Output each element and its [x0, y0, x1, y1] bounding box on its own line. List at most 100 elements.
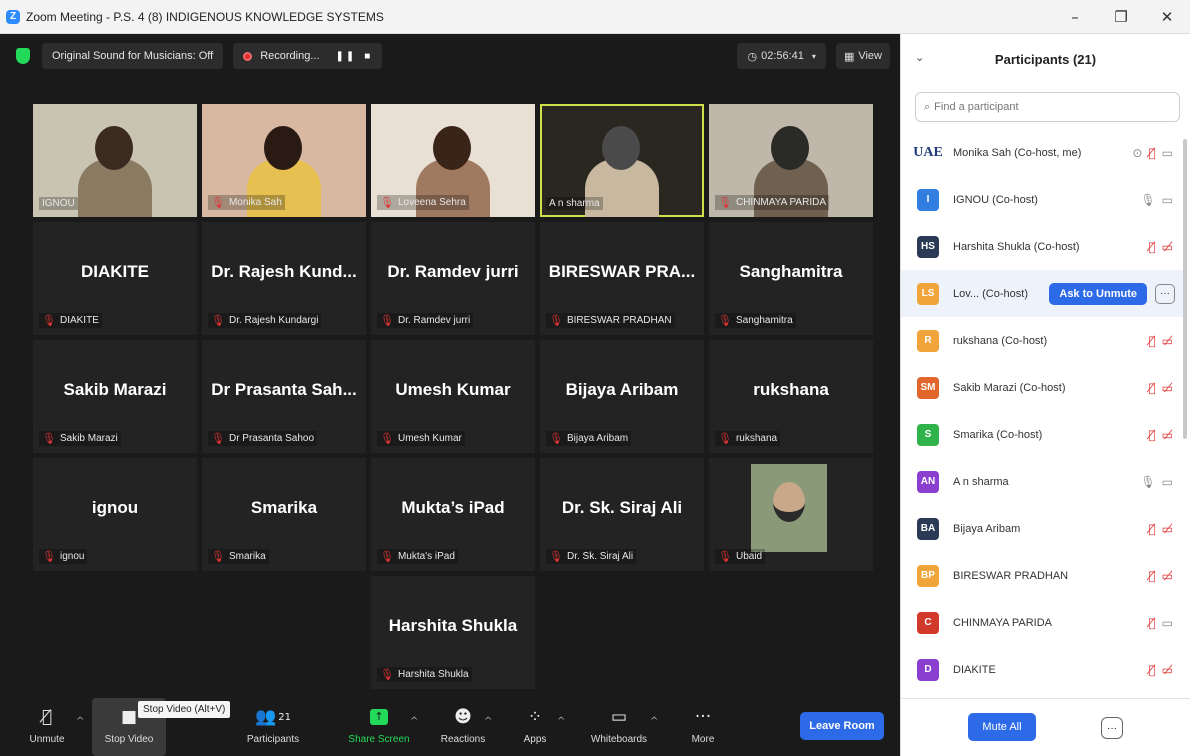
tile-participant-name: A n sharma: [549, 198, 600, 209]
video-off-icon[interactable]: ▭̸: [1162, 522, 1173, 536]
original-sound-toggle[interactable]: Original Sound for Musicians: Off: [42, 43, 224, 69]
participant-row[interactable]: HS Harshita Shukla (Co-host) 🎙̸ ▭̸: [901, 223, 1185, 270]
avatar: SM: [917, 376, 939, 399]
more-button[interactable]: ··· More: [668, 704, 738, 745]
video-tile[interactable]: A n sharma: [540, 104, 704, 217]
close-button[interactable]: ✕: [1144, 0, 1190, 34]
participant-row[interactable]: BA Bijaya Aribam 🎙̸ ▭̸: [901, 505, 1185, 552]
video-tile[interactable]: Smarika 🎙 Smarika: [202, 458, 366, 571]
participant-head: [433, 126, 471, 170]
tile-name-label: 🎙 Harshita Shukla: [377, 667, 472, 682]
video-tile[interactable]: 🎙 CHINMAYA PARIDA: [709, 104, 873, 217]
meeting-area: Original Sound for Musicians: Off Record…: [0, 34, 900, 756]
video-tile[interactable]: Harshita Shukla 🎙 Harshita Shukla: [371, 576, 535, 689]
mic-muted-icon[interactable]: 🎙̸: [1148, 334, 1155, 348]
tile-participant-name: DIAKITE: [59, 315, 99, 326]
unmute-button[interactable]: 🎙̸ Unmute: [12, 704, 82, 745]
mic-icon[interactable]: 🎙: [1140, 193, 1155, 207]
pause-recording-button[interactable]: ❚❚: [336, 51, 357, 62]
mic-muted-icon[interactable]: 🎙̸: [1148, 240, 1155, 254]
participant-row[interactable]: SM Sakib Marazi (Co-host) 🎙̸ ▭̸: [901, 364, 1185, 411]
mic-muted-icon: 🎙: [211, 196, 225, 209]
share-screen-label: Share Screen: [348, 734, 410, 745]
mic-muted-icon[interactable]: 🎙̸: [1148, 569, 1155, 583]
mic-muted-icon[interactable]: 🎙̸: [1148, 522, 1155, 536]
mic-muted-icon: 🎙: [42, 550, 56, 563]
whiteboards-button[interactable]: ▭ Whiteboards: [584, 704, 654, 745]
participant-row[interactable]: LS Lov... (Co-host) Ask to Unmute ···: [901, 270, 1185, 317]
panel-more-options-button[interactable]: ···: [1101, 717, 1123, 739]
video-off-icon[interactable]: ▭̸: [1162, 240, 1173, 254]
video-icon[interactable]: ▭: [1162, 193, 1173, 207]
video-tile[interactable]: rukshana 🎙 rukshana: [709, 340, 873, 453]
video-tile[interactable]: 🎙 Monika Sah: [202, 104, 366, 217]
video-off-icon[interactable]: ▭̸: [1162, 381, 1173, 395]
participant-row[interactable]: C CHINMAYA PARIDA 🎙̸ ▭: [901, 599, 1185, 646]
ask-to-unmute-button[interactable]: Ask to Unmute: [1049, 282, 1147, 305]
mic-muted-icon: 🎙: [211, 314, 225, 327]
avatar: C: [917, 611, 939, 634]
video-tile[interactable]: Mukta’s iPad 🎙 Mukta's iPad: [371, 458, 535, 571]
meeting-timer[interactable]: ◷ 02:56:41 ▾: [737, 43, 826, 69]
view-button[interactable]: ▦ View: [835, 43, 890, 69]
video-tile[interactable]: Dr. Rajesh Kund... 🎙 Dr. Rajesh Kundargi: [202, 222, 366, 335]
video-tile[interactable]: BIRESWAR PRA... 🎙 BIRESWAR PRADHAN: [540, 222, 704, 335]
video-tile[interactable]: Dr. Ramdev jurri 🎙 Dr. Ramdev jurri: [371, 222, 535, 335]
tile-name-label: 🎙 Bijaya Aribam: [546, 431, 632, 446]
participant-row[interactable]: AN A n sharma 🎙 ▭: [901, 458, 1185, 505]
mic-muted-icon[interactable]: 🎙̸: [1148, 663, 1155, 677]
video-tile[interactable]: IGNOU: [33, 104, 197, 217]
video-tile[interactable]: Bijaya Aribam 🎙 Bijaya Aribam: [540, 340, 704, 453]
video-icon[interactable]: ▭: [1162, 616, 1173, 630]
video-tile[interactable]: 🎙 Loveena Sehra: [371, 104, 535, 217]
participant-row[interactable]: BP BIRESWAR PRADHAN 🎙̸ ▭̸: [901, 552, 1185, 599]
restore-button[interactable]: ❐: [1098, 0, 1144, 34]
video-tile[interactable]: Sanghamitra 🎙 Sanghamitra: [709, 222, 873, 335]
mute-all-button[interactable]: Mute All: [968, 713, 1036, 741]
video-tile[interactable]: ignou 🎙 ignou: [33, 458, 197, 571]
stop-video-label: Stop Video: [104, 734, 154, 745]
stop-recording-button[interactable]: ■: [364, 51, 372, 62]
video-icon[interactable]: ▭: [1162, 475, 1173, 489]
share-screen-button[interactable]: ↑ Share Screen: [344, 704, 414, 745]
video-off-icon[interactable]: ▭̸: [1162, 569, 1173, 583]
video-tile[interactable]: DIAKITE 🎙 DIAKITE: [33, 222, 197, 335]
mic-icon[interactable]: 🎙: [1140, 475, 1155, 489]
video-tile[interactable]: Umesh Kumar 🎙 Umesh Kumar: [371, 340, 535, 453]
security-shield-icon[interactable]: [16, 48, 30, 64]
participant-row[interactable]: S Smarika (Co-host) 🎙̸ ▭̸: [901, 411, 1185, 458]
participant-row[interactable]: UAE Monika Sah (Co-host, me) ⊙ 🎙̸ ▭: [901, 129, 1185, 176]
tile-participant-name: rukshana: [735, 433, 778, 444]
video-tile[interactable]: Dr. Sk. Siraj Ali 🎙 Dr. Sk. Siraj Ali: [540, 458, 704, 571]
mic-muted-icon[interactable]: 🎙̸: [1148, 381, 1155, 395]
participant-more-button[interactable]: ···: [1155, 283, 1175, 304]
video-tile[interactable]: Dr Prasanta Sah... 🎙 Dr Prasanta Sahoo: [202, 340, 366, 453]
minimize-button[interactable]: –: [1052, 0, 1098, 34]
share-options-chevron-icon[interactable]: ^: [410, 716, 418, 727]
video-icon[interactable]: ▭: [1162, 146, 1173, 160]
audio-options-chevron-icon[interactable]: ^: [76, 716, 84, 727]
participants-button[interactable]: 👥 21 Participants: [238, 704, 308, 745]
video-tile[interactable]: Sakib Marazi 🎙 Sakib Marazi: [33, 340, 197, 453]
reactions-label: Reactions: [440, 734, 486, 745]
participant-list-scrollbar[interactable]: [1183, 139, 1187, 439]
participant-row[interactable]: Rrukshana (Co-host) 🎙̸ ▭̸: [901, 317, 1185, 364]
apps-chevron-icon[interactable]: ^: [557, 716, 565, 727]
mic-muted-icon[interactable]: 🎙̸: [1148, 616, 1155, 630]
video-tile[interactable]: 🎙 Ubaid: [709, 458, 873, 571]
video-off-icon[interactable]: ▭̸: [1162, 428, 1173, 442]
participant-row[interactable]: D DIAKITE 🎙̸ ▭̸: [901, 646, 1185, 693]
tile-name-label: 🎙 Dr. Rajesh Kundargi: [208, 313, 322, 328]
video-off-icon[interactable]: ▭̸: [1162, 663, 1173, 677]
whiteboards-chevron-icon[interactable]: ^: [650, 716, 658, 727]
video-off-icon[interactable]: ▭̸: [1162, 334, 1173, 348]
reactions-chevron-icon[interactable]: ^: [484, 716, 492, 727]
participant-search-input[interactable]: ⌕ Find a participant: [915, 92, 1180, 122]
mic-muted-icon[interactable]: 🎙̸: [1148, 146, 1155, 160]
participant-row[interactable]: I IGNOU (Co-host) 🎙 ▭: [901, 176, 1185, 223]
tile-display-name: Dr. Rajesh Kund...: [211, 262, 357, 281]
collapse-chevron-icon[interactable]: ⌄: [915, 51, 924, 64]
mic-muted-icon[interactable]: 🎙̸: [1148, 428, 1155, 442]
recording-indicator: Recording... ❚❚ ■: [233, 43, 383, 69]
leave-room-button[interactable]: Leave Room: [800, 712, 884, 740]
